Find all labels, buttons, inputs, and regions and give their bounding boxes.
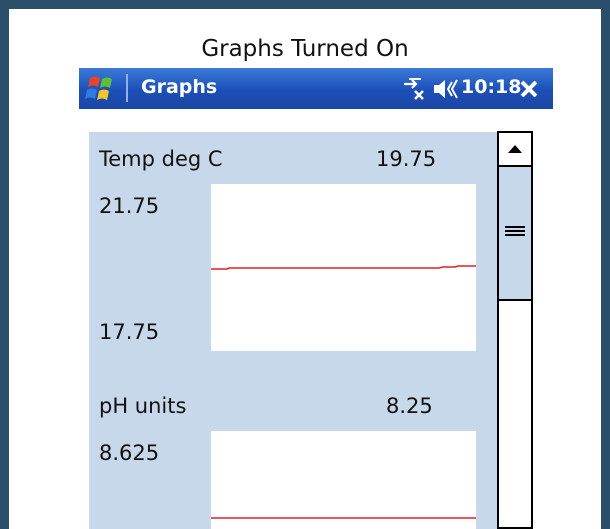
- figure-caption: Graphs Turned On: [201, 36, 409, 62]
- graph-max-label: 21.75: [99, 194, 160, 218]
- vertical-scrollbar[interactable]: [497, 131, 533, 529]
- windows-start-icon[interactable]: [85, 72, 119, 106]
- graph-line: [211, 265, 476, 270]
- grip-icon: [505, 226, 525, 228]
- grip-icon: [505, 234, 525, 236]
- graph-max-label: 8.625: [99, 441, 160, 465]
- graph-label: Temp deg C: [99, 147, 223, 171]
- graph-label: pH units: [99, 394, 187, 418]
- scrollbar-thumb[interactable]: [499, 167, 531, 301]
- graph-min-label: 17.75: [99, 320, 160, 344]
- device-screen: Graphs 10:18 Temp deg C 19.75 21.75 17.7…: [79, 68, 553, 529]
- graph-plot-area: [211, 431, 476, 529]
- network-disconnected-icon[interactable]: [401, 76, 429, 102]
- scroll-up-button[interactable]: [499, 133, 531, 167]
- title-separator: [126, 74, 128, 102]
- graph-current-value: 19.75: [376, 147, 437, 171]
- title-bar: Graphs 10:18: [79, 68, 553, 109]
- scroll-up-arrow-icon: [508, 145, 522, 153]
- app-title: Graphs: [141, 76, 218, 98]
- graphs-panel: Temp deg C 19.75 21.75 17.75 pH units 8.…: [89, 132, 503, 529]
- close-icon[interactable]: [513, 74, 545, 104]
- graph-plot-area: [211, 184, 476, 351]
- speaker-icon[interactable]: [431, 76, 461, 102]
- grip-icon: [505, 230, 525, 232]
- graph-current-value: 8.25: [386, 394, 433, 418]
